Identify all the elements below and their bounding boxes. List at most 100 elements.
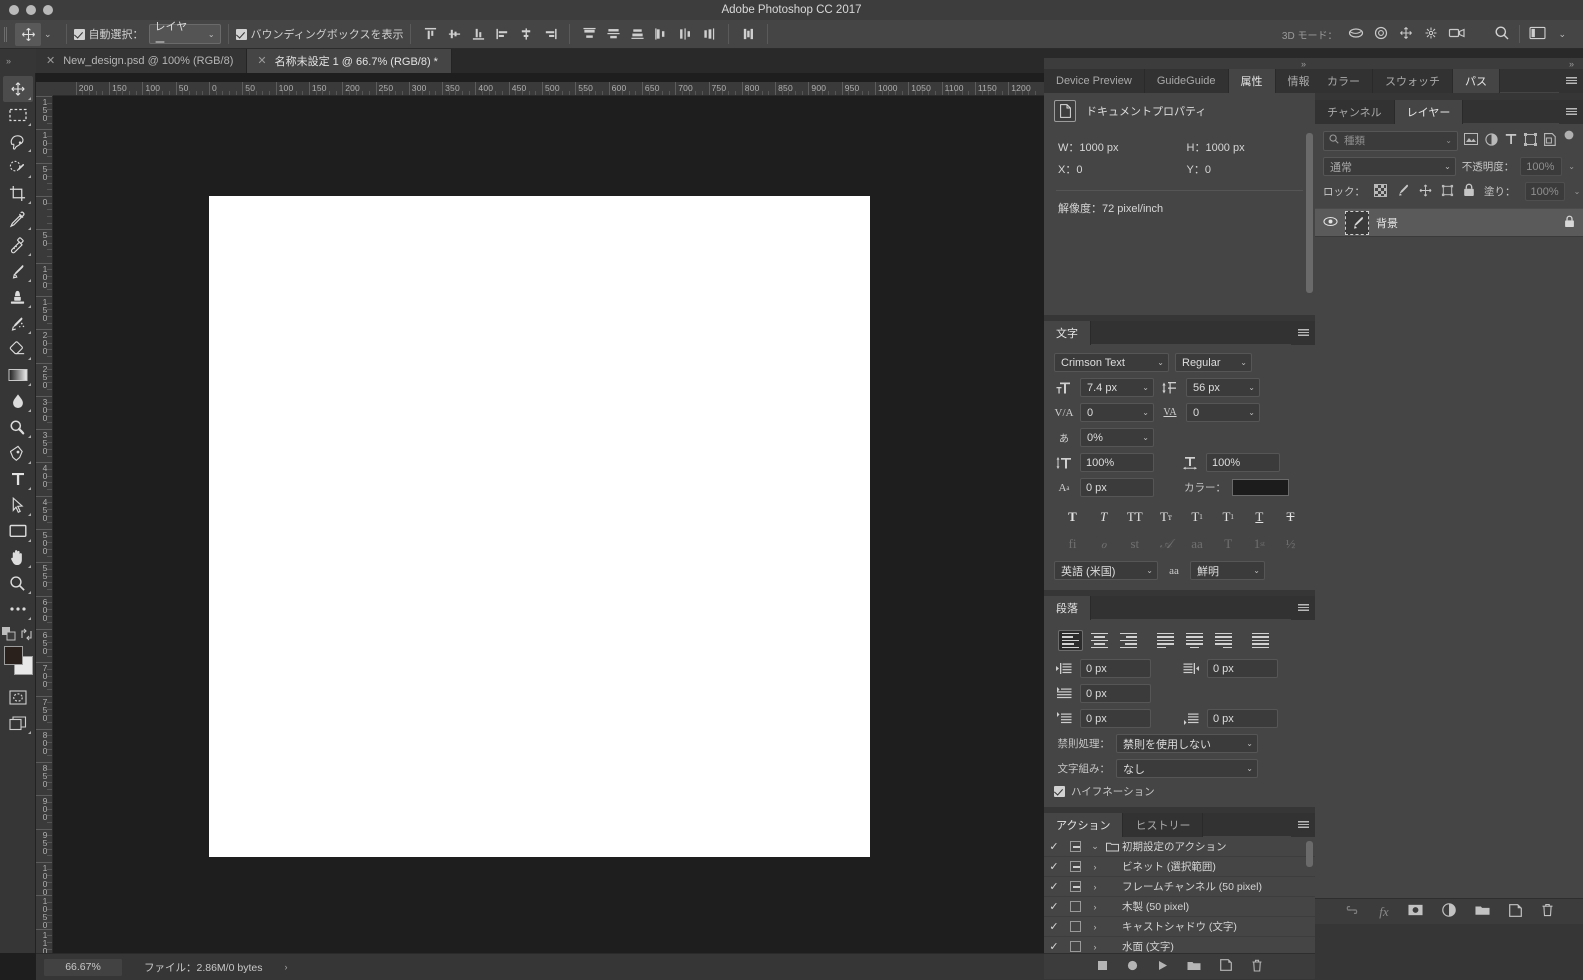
edit-toolbar-tool[interactable] [3, 596, 33, 622]
y-value[interactable]: 0 [1205, 164, 1211, 176]
actions-panel-menu-icon[interactable] [1291, 813, 1315, 837]
justify-last-left-button[interactable] [1153, 630, 1178, 651]
pan-3d-icon[interactable] [1398, 26, 1414, 43]
fill-chevron-icon[interactable]: ⌄ [1574, 187, 1581, 196]
zoom-tool[interactable] [3, 570, 33, 596]
action-row[interactable]: ✓ › 木製 (50 pixel) [1044, 897, 1315, 917]
paragraph-panel-menu-icon[interactable] [1291, 596, 1315, 620]
delete-layer-icon[interactable] [1541, 903, 1554, 920]
show-transform-controls-checkbox[interactable]: バウンディングボックスを表示 [235, 26, 403, 42]
vertical-ruler[interactable]: 1 5 01 0 05 005 01 0 01 5 02 0 02 5 03 0… [36, 96, 53, 953]
faux-bold-button[interactable]: T [1060, 507, 1085, 526]
mojikumi-select[interactable]: なし ⌄ [1116, 759, 1258, 778]
layer-thumbnail[interactable] [1345, 210, 1369, 235]
tab-layers[interactable]: レイヤー [1394, 100, 1464, 124]
vertical-scale-field[interactable]: 100% [1080, 453, 1154, 472]
fractions-button[interactable]: 1st [1247, 534, 1272, 553]
tab-character[interactable]: 文字 [1044, 321, 1091, 345]
ordinals-button[interactable]: T [1216, 534, 1241, 553]
options-bar-grip[interactable] [0, 20, 11, 49]
quick-mask-mode-button[interactable] [3, 684, 33, 710]
color-chips[interactable] [3, 646, 33, 676]
workspace-switcher-icon[interactable] [1529, 26, 1546, 43]
spot-healing-brush-tool[interactable] [3, 232, 33, 258]
action-dialog-toggle[interactable] [1064, 861, 1086, 872]
shape-filter-icon[interactable] [1524, 132, 1537, 149]
auto-align-layers-button[interactable] [736, 23, 760, 46]
layer-visibility-icon[interactable] [1323, 216, 1338, 230]
small-caps-button[interactable]: Tт [1153, 507, 1178, 526]
layer-style-icon[interactable]: fx [1379, 904, 1388, 920]
space-after-field[interactable]: 0 px [1207, 709, 1278, 728]
align-bottom-edges-button[interactable] [466, 23, 490, 46]
quick-selection-tool[interactable] [3, 154, 33, 180]
auto-select-scope-select[interactable]: レイヤー ⌄ [148, 21, 221, 49]
hand-tool[interactable] [3, 544, 33, 570]
move-tool[interactable] [2, 76, 33, 102]
justify-all-button[interactable] [1248, 630, 1273, 651]
distribute-top-edges-button[interactable] [577, 23, 601, 46]
tab-properties[interactable]: 属性 [1228, 69, 1276, 93]
horizontal-scale-field[interactable]: 100% [1206, 453, 1280, 472]
close-icon[interactable]: ✕ [257, 55, 266, 67]
search-icon[interactable] [1494, 25, 1510, 44]
action-dialog-toggle[interactable] [1064, 841, 1086, 852]
collapse-panels-right-icon[interactable]: » [1315, 58, 1583, 69]
actions-scrollbar[interactable] [1306, 841, 1313, 867]
text-color-swatch[interactable] [1232, 479, 1289, 496]
titling-alternates-button[interactable]: aa [1185, 534, 1210, 553]
tab-channels[interactable]: チャンネル [1315, 100, 1395, 124]
align-vertical-centers-button[interactable] [442, 23, 466, 46]
action-enabled-check-icon[interactable]: ✓ [1044, 940, 1064, 953]
slide-3d-icon[interactable] [1423, 26, 1439, 43]
expand-icon[interactable]: › [1086, 922, 1104, 932]
fractions-alt-button[interactable]: ½ [1278, 534, 1303, 553]
tab-paragraph[interactable]: 段落 [1044, 596, 1091, 620]
distribute-horizontal-centers-button[interactable] [673, 23, 697, 46]
artboard-canvas[interactable] [209, 196, 870, 857]
distribute-left-edges-button[interactable] [649, 23, 673, 46]
distribute-bottom-edges-button[interactable] [625, 23, 649, 46]
ruler-corner[interactable] [36, 82, 53, 96]
smart-object-filter-icon[interactable] [1544, 132, 1556, 149]
expand-icon[interactable]: › [1086, 882, 1104, 892]
space-before-field[interactable]: 0 px [1080, 709, 1151, 728]
tab-device-preview[interactable]: Device Preview [1044, 69, 1145, 93]
stop-button[interactable] [1097, 960, 1108, 974]
expand-icon[interactable]: › [1086, 942, 1104, 952]
discretionary-ligatures-button[interactable]: ℴ [1091, 534, 1116, 553]
action-dialog-toggle[interactable] [1064, 921, 1086, 932]
action-row-set[interactable]: ✓ ⌄ 初期設定のアクション [1044, 837, 1315, 857]
height-value[interactable]: 1000 px [1205, 142, 1244, 154]
fill-field[interactable]: 100% [1524, 182, 1565, 201]
action-row[interactable]: ✓ › キャストシャドウ (文字) [1044, 917, 1315, 937]
baseline-shift-field[interactable]: 0 px [1080, 478, 1154, 497]
brush-tool[interactable] [3, 258, 33, 284]
record-button[interactable] [1127, 960, 1138, 974]
blend-mode-select[interactable]: 通常 ⌄ [1323, 157, 1456, 176]
history-brush-tool[interactable] [3, 310, 33, 336]
rectangular-marquee-tool[interactable] [3, 102, 33, 128]
action-dialog-toggle[interactable] [1064, 881, 1086, 892]
crop-tool[interactable] [3, 180, 33, 206]
new-layer-icon[interactable] [1508, 903, 1522, 920]
tool-preset-chevron-icon[interactable]: ⌄ [44, 29, 52, 40]
all-caps-button[interactable]: TT [1122, 507, 1147, 526]
close-icon[interactable]: ✕ [46, 55, 55, 67]
tab-guideguide[interactable]: GuideGuide [1144, 69, 1229, 93]
gradient-tool[interactable] [3, 362, 33, 388]
justify-last-center-button[interactable] [1182, 630, 1207, 651]
layers-panel-menu-icon[interactable] [1559, 100, 1583, 124]
properties-scrollbar[interactable] [1306, 133, 1313, 293]
font-family-select[interactable]: Crimson Text ⌄ [1054, 353, 1169, 372]
blur-tool[interactable] [3, 388, 33, 414]
default-colors-icon[interactable] [2, 627, 16, 644]
tsume-field[interactable]: 0% ⌄ [1080, 428, 1154, 447]
canvas-area[interactable] [53, 96, 1044, 953]
adjustment-layer-icon[interactable] [1441, 903, 1456, 920]
horizontal-ruler[interactable]: 200 150 100 50 0 50 100 150 200 250 300 350 400 450 50… [36, 82, 1044, 96]
layer-mask-icon[interactable] [1408, 904, 1423, 919]
eraser-tool[interactable] [3, 336, 33, 362]
underline-button[interactable]: T [1247, 507, 1272, 526]
document-tab-1[interactable]: ✕ New_design.psd @ 100% (RGB/8) [36, 49, 248, 73]
